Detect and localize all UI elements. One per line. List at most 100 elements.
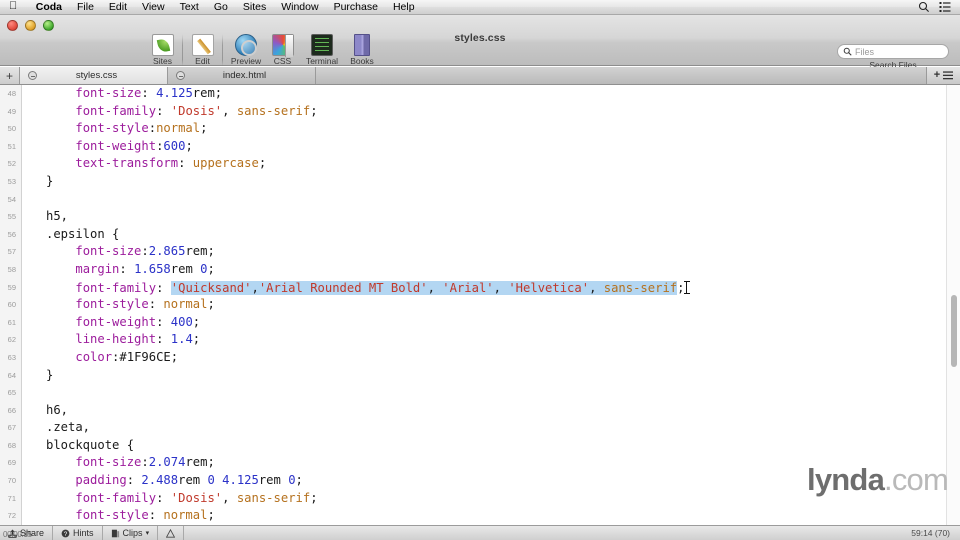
code-token: 2.488 bbox=[141, 473, 179, 488]
menu-item-edit[interactable]: Edit bbox=[101, 0, 134, 15]
code-line[interactable]: 65 bbox=[8, 384, 960, 402]
tab-index-html[interactable]: index.html bbox=[168, 67, 316, 84]
code-token: font-size bbox=[75, 244, 142, 259]
code-line[interactable]: 54 bbox=[8, 191, 960, 209]
menu-item-text[interactable]: Text bbox=[172, 0, 206, 15]
tab-label: index.html bbox=[222, 70, 267, 81]
code-token: 'Dosis' bbox=[170, 490, 223, 505]
code-token: font-style bbox=[75, 121, 149, 136]
code-token: ; bbox=[207, 297, 215, 312]
code-line[interactable]: 66 h6, bbox=[8, 402, 960, 420]
close-tab-icon[interactable] bbox=[28, 71, 37, 80]
toolbar-button-books[interactable]: Books bbox=[345, 34, 379, 66]
video-timecode-overlay: 00:00:15 bbox=[3, 530, 32, 539]
code-token: ; bbox=[214, 86, 223, 100]
code-line[interactable]: 60 font-style: normal; bbox=[8, 296, 960, 314]
new-tab-button[interactable]: + bbox=[0, 67, 20, 84]
code-line-text: h5, bbox=[46, 208, 68, 226]
code-token: ; bbox=[170, 349, 179, 364]
status-hints-button[interactable]: ? Hints bbox=[53, 525, 103, 540]
window-toolbar: styles.css Sites Edit Preview CSS Termin… bbox=[0, 15, 960, 70]
window-title: styles.css bbox=[454, 32, 506, 44]
line-number: 53 bbox=[7, 176, 16, 186]
menu-item-purchase[interactable]: Purchase bbox=[326, 0, 385, 15]
menu-item-sites[interactable]: Sites bbox=[235, 0, 273, 15]
toolbar-button-terminal[interactable]: Terminal bbox=[299, 34, 345, 66]
css-color-icon bbox=[271, 34, 294, 57]
code-token: 600 bbox=[163, 138, 186, 153]
code-line[interactable]: 63 color:#1F96CE; bbox=[8, 349, 960, 367]
menu-item-coda[interactable]: Coda bbox=[28, 0, 69, 15]
spotlight-search-icon[interactable] bbox=[918, 1, 930, 13]
code-token: font-weight bbox=[75, 138, 157, 153]
menu-item-window[interactable]: Window bbox=[274, 0, 326, 15]
menu-item-view[interactable]: View bbox=[135, 0, 173, 15]
terminal-icon bbox=[311, 34, 333, 56]
code-token: ; bbox=[310, 490, 318, 505]
code-line[interactable]: 48 font-size: 4.125rem; bbox=[8, 85, 960, 103]
toolbar-button-edit[interactable]: Edit bbox=[186, 34, 219, 66]
toolbar-button-css[interactable]: CSS bbox=[266, 34, 299, 66]
notification-center-icon[interactable] bbox=[939, 1, 951, 13]
code-line[interactable]: 61 font-weight: 400; bbox=[8, 314, 960, 332]
list-view-icon[interactable] bbox=[943, 71, 954, 80]
toolbar-button-sites[interactable]: Sites bbox=[146, 34, 179, 66]
code-line[interactable]: 62 line-height: 1.4; bbox=[8, 331, 960, 349]
code-line[interactable]: 53} bbox=[8, 173, 960, 191]
macos-menu-bar:  Coda File Edit View Text Go Sites Wind… bbox=[0, 0, 960, 15]
status-clips-button[interactable]: Clips ▾ bbox=[103, 525, 159, 540]
watermark-brand: lynda bbox=[807, 462, 885, 497]
line-number: 71 bbox=[7, 493, 16, 503]
code-line[interactable]: 49 font-family: 'Dosis', sans-serif; bbox=[8, 103, 960, 121]
code-token: , bbox=[222, 103, 237, 118]
search-placeholder: Files bbox=[855, 46, 875, 57]
code-line[interactable]: 58 margin: 1.658rem 0; bbox=[8, 261, 960, 279]
line-number: 69 bbox=[7, 458, 16, 468]
code-token: 2.865 bbox=[148, 244, 186, 259]
code-line[interactable]: 50 font-style:normal; bbox=[8, 120, 960, 138]
code-token: 4.125 bbox=[156, 86, 193, 100]
code-line[interactable]: 72 font-style: normal; bbox=[8, 507, 960, 525]
code-line[interactable]: 56 .epsilon { bbox=[8, 226, 960, 244]
code-line[interactable]: 55 h5, bbox=[8, 208, 960, 226]
code-line[interactable]: 67 .zeta, bbox=[8, 419, 960, 437]
minimize-button[interactable] bbox=[25, 20, 36, 31]
zoom-button[interactable] bbox=[43, 20, 54, 31]
hints-icon: ? bbox=[61, 529, 70, 537]
edit-pencil-icon bbox=[191, 34, 214, 56]
code-token: ; bbox=[207, 508, 215, 523]
code-text-area[interactable]: 48 font-size: 4.125rem; 49 font-family: '… bbox=[8, 85, 960, 525]
code-line[interactable]: 57 font-size:2.865rem; bbox=[8, 243, 960, 261]
add-split-icon[interactable]: + bbox=[934, 70, 940, 81]
code-line-text: margin: 1.658rem 0; bbox=[46, 261, 214, 279]
menu-item-help[interactable]: Help bbox=[385, 0, 422, 15]
code-editor[interactable]: 48 font-size: 4.125rem; 49 font-family: '… bbox=[0, 85, 960, 525]
close-button[interactable] bbox=[7, 20, 18, 31]
code-line[interactable]: 64} bbox=[8, 367, 960, 385]
editor-vertical-scrollbar[interactable] bbox=[946, 85, 960, 525]
code-token: normal bbox=[156, 121, 201, 136]
code-line-text: text-transform: uppercase; bbox=[46, 155, 266, 173]
apple-logo-icon[interactable]:  bbox=[9, 0, 17, 12]
menu-item-file[interactable]: File bbox=[70, 0, 102, 15]
code-line[interactable]: 68 blockquote { bbox=[8, 437, 960, 455]
code-token: 4.125 bbox=[222, 473, 259, 488]
scrollbar-thumb[interactable] bbox=[951, 295, 957, 367]
search-input[interactable]: Files bbox=[837, 44, 949, 59]
code-token: ; bbox=[192, 314, 201, 329]
code-line-text: font-size:2.074rem; bbox=[46, 454, 214, 472]
close-tab-icon[interactable] bbox=[176, 71, 185, 80]
code-line[interactable]: 52 text-transform: uppercase; bbox=[8, 155, 960, 173]
tab-styles-css[interactable]: styles.css bbox=[20, 67, 168, 84]
menu-item-go[interactable]: Go bbox=[206, 0, 235, 15]
code-line[interactable]: 59 font-family: 'Quicksand','Arial Round… bbox=[8, 279, 960, 297]
code-line[interactable]: 51 font-weight:600; bbox=[8, 138, 960, 156]
clips-caret-icon[interactable]: ▾ bbox=[146, 529, 150, 537]
status-warning-button[interactable] bbox=[158, 525, 185, 540]
code-token: } bbox=[46, 367, 54, 382]
toolbar-button-preview[interactable]: Preview bbox=[226, 34, 266, 66]
code-token: 0 bbox=[288, 473, 296, 488]
code-token: normal bbox=[163, 508, 208, 523]
